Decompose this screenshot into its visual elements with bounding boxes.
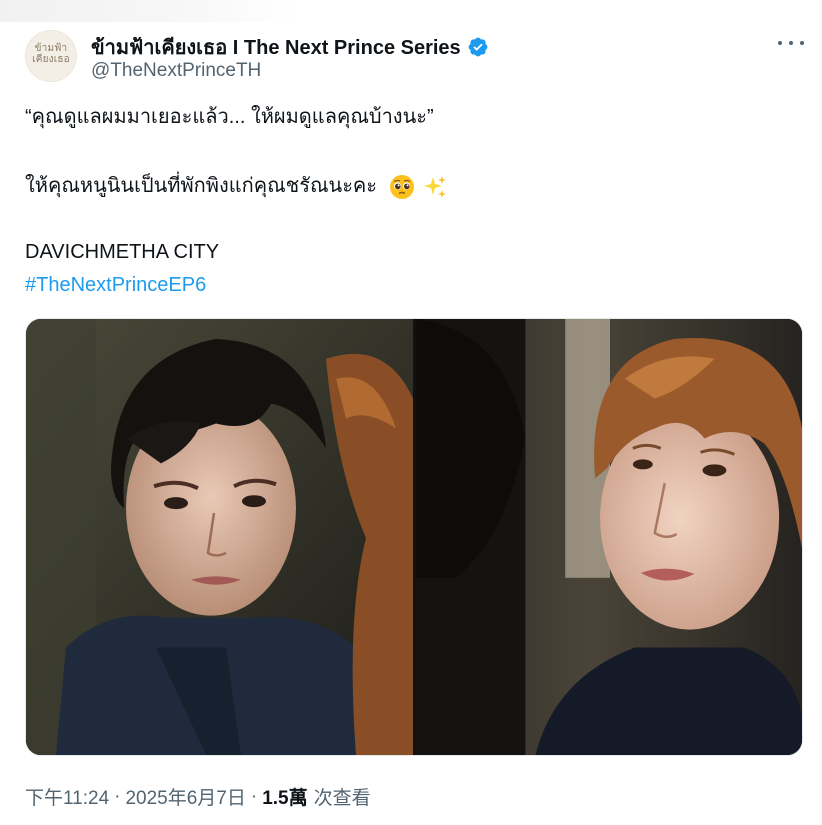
avatar-logo-line1: ข้ามฟ้า	[34, 43, 68, 54]
tweet-line-location: DAVICHMETHA CITY	[25, 241, 220, 263]
author-handle[interactable]: @TheNextPrinceTH	[91, 60, 261, 82]
avatar-logo-line2: เคียงเธอ	[32, 54, 70, 65]
more-options-icon[interactable]	[778, 33, 804, 53]
avatar-logo: ข้ามฟ้า เคียงเธอ	[26, 43, 76, 65]
tweet-line-caption: ให้คุณหนูนินเป็นที่พักพิงแก่คุณชรัณนะคะ	[25, 173, 448, 200]
views-count: 1.5萬	[262, 788, 308, 809]
photo-left[interactable]	[26, 319, 413, 755]
tweet-meta: 下午11:24 · 2025年6月7日 · 1.5萬 次查看	[25, 783, 371, 810]
tweet-time[interactable]: 下午11:24	[25, 783, 109, 810]
tweet-caption-text: ให้คุณหนูนินเป็นที่พักพิงแก่คุณชรัณนะคะ	[25, 175, 378, 197]
photo-right[interactable]	[416, 319, 802, 755]
avatar[interactable]: ข้ามฟ้า เคียงเธอ	[25, 30, 77, 82]
top-fade-strip	[0, 0, 300, 22]
hashtag-link[interactable]: #TheNextPrinceEP6	[25, 272, 206, 298]
tweet-line-quote: “คุณดูแลผมมาเยอะแล้ว... ให้ผมดูแลคุณบ้าง…	[25, 106, 434, 128]
pleading-face-emoji-icon	[389, 174, 414, 199]
meta-separator-2: ·	[250, 785, 258, 807]
verified-badge-icon	[468, 37, 488, 57]
author-display-name[interactable]: ข้ามฟ้าเคียงเธอ I The Next Prince Series	[91, 31, 461, 63]
media-grid	[25, 318, 803, 756]
sparkles-emoji-icon	[424, 175, 447, 198]
meta-separator: ·	[114, 785, 121, 807]
photo-right-image	[416, 319, 802, 755]
photo-left-image	[26, 319, 413, 755]
views-label: 次查看	[313, 788, 371, 809]
tweet-date[interactable]: 2025年6月7日	[125, 783, 245, 810]
author-name-row: ข้ามฟ้าเคียงเธอ I The Next Prince Series	[91, 31, 489, 63]
